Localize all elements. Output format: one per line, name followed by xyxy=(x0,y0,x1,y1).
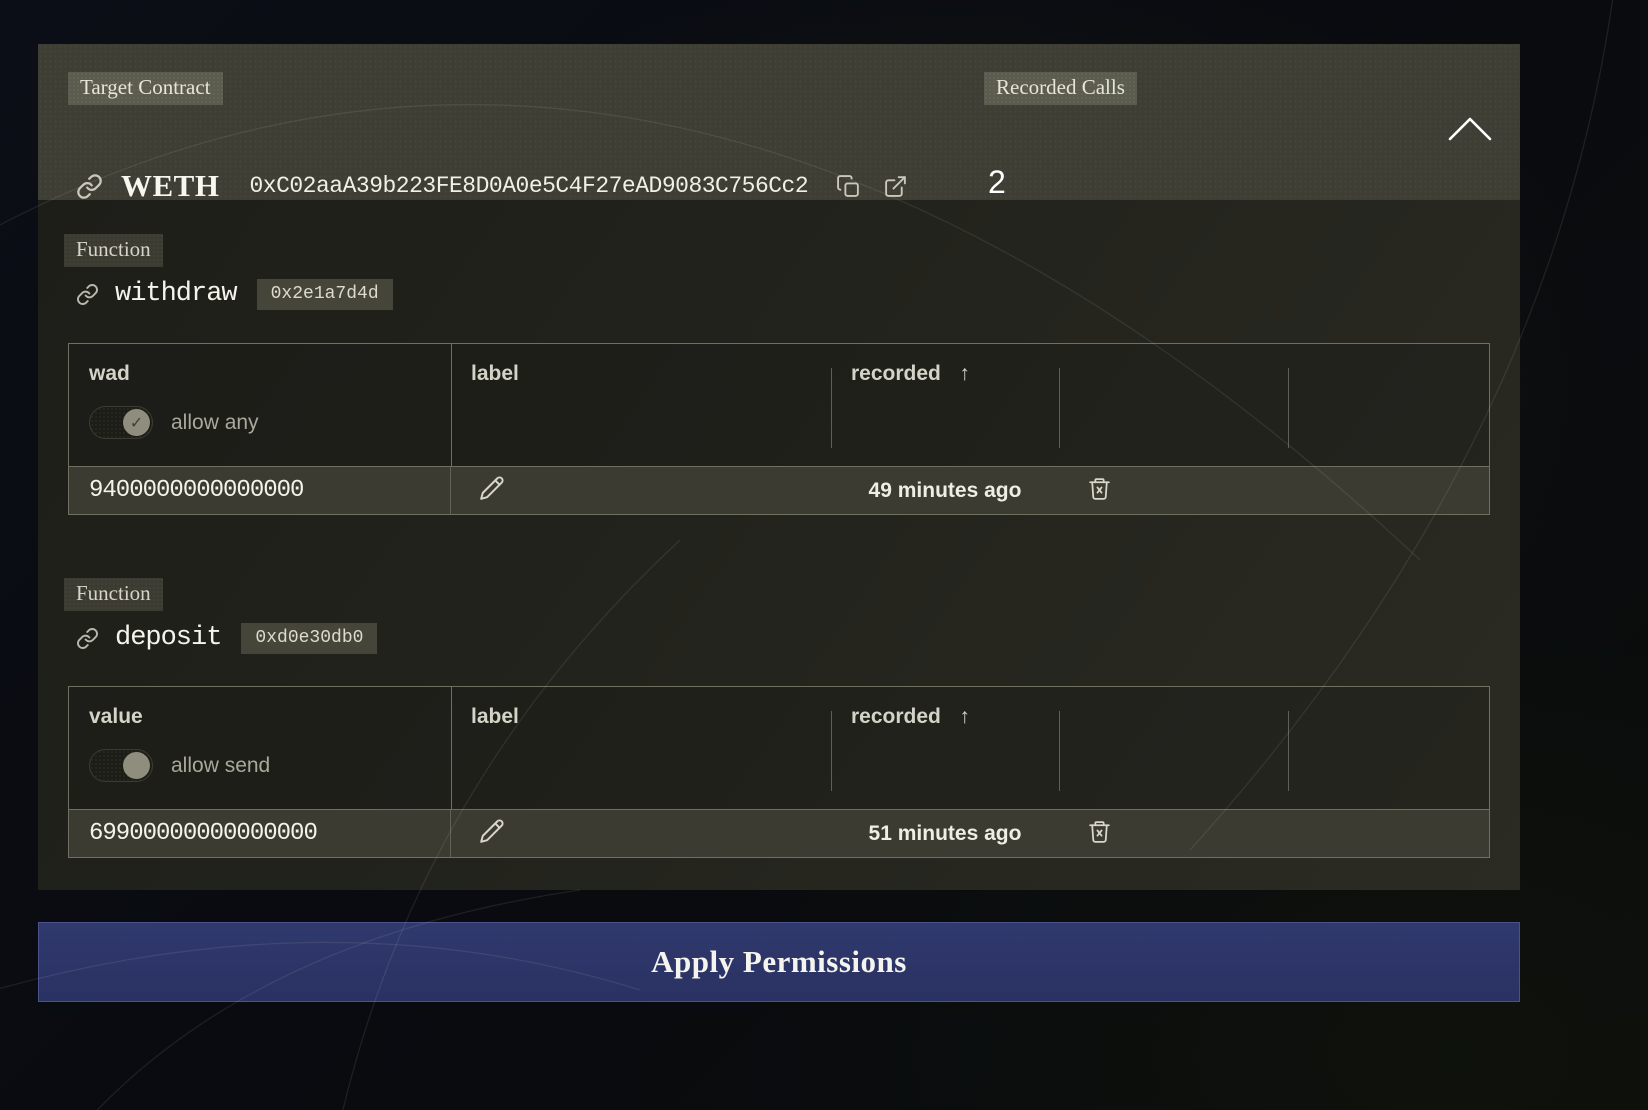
link-icon[interactable] xyxy=(76,173,103,200)
spacer-column-header xyxy=(1288,344,1489,466)
function-withdraw-row: withdraw 0x2e1a7d4d xyxy=(76,274,393,314)
copy-address-button[interactable] xyxy=(836,174,861,199)
open-explorer-button[interactable] xyxy=(883,174,908,199)
function-name: withdraw xyxy=(115,279,237,309)
link-icon[interactable] xyxy=(76,283,99,306)
toggle-label: allow send xyxy=(171,754,270,778)
deposit-permissions-table: value allow send label recorded ↑ xyxy=(68,686,1490,858)
contract-address: 0xC02aaA39b223FE8D0A0e5C4F27eAD9083C756C… xyxy=(249,173,808,199)
trash-icon xyxy=(1087,476,1112,501)
label-header-label: label xyxy=(471,362,519,385)
param-header-label: wad xyxy=(89,362,130,385)
contract-name: WETH xyxy=(121,168,219,204)
edit-label-button[interactable] xyxy=(451,475,831,506)
function-label: Function xyxy=(64,578,163,611)
permissions-screen: Target Contract Recorded Calls WETH 0xC0… xyxy=(0,0,1648,1110)
param-header-label: value xyxy=(89,705,143,728)
recorded-column-header[interactable]: recorded ↑ xyxy=(831,344,1059,466)
toggle-label: allow any xyxy=(171,411,259,435)
function-deposit-row: deposit 0xd0e30db0 xyxy=(76,618,377,658)
allow-any-toggle-wrap: ✓ allow any xyxy=(89,406,259,439)
trash-icon xyxy=(1087,819,1112,844)
recorded-header-label: recorded xyxy=(851,705,941,728)
pencil-icon xyxy=(479,475,505,501)
copy-icon xyxy=(836,174,861,199)
recorded-calls-count: 2 xyxy=(988,164,1006,201)
external-link-icon xyxy=(883,174,908,199)
function-label: Function xyxy=(64,234,163,267)
link-icon[interactable] xyxy=(76,627,99,650)
table-row: 9400000000000000 49 minutes ago xyxy=(69,466,1489,514)
arrow-up-icon: ↑ xyxy=(959,705,970,728)
table-header: value allow send label recorded ↑ xyxy=(69,687,1489,809)
allow-send-toggle[interactable] xyxy=(89,749,153,782)
actions-column-header xyxy=(1059,344,1288,466)
recorded-call-value: 9400000000000000 xyxy=(69,467,451,514)
recorded-calls-label: Recorded Calls xyxy=(984,72,1137,105)
contract-header: Target Contract Recorded Calls WETH 0xC0… xyxy=(38,44,1520,200)
function-selector-badge: 0x2e1a7d4d xyxy=(257,279,393,310)
spacer-column-header xyxy=(1288,687,1489,809)
param-column-header: value allow send xyxy=(69,687,451,809)
param-column-header: wad ✓ allow any xyxy=(69,344,451,466)
table-header: wad ✓ allow any label recorded ↑ xyxy=(69,344,1489,466)
label-column-header: label xyxy=(451,687,831,809)
recorded-column-header[interactable]: recorded ↑ xyxy=(831,687,1059,809)
function-selector-badge: 0xd0e30db0 xyxy=(241,623,377,654)
actions-column-header xyxy=(1059,687,1288,809)
collapse-card-button[interactable] xyxy=(1443,112,1497,149)
recorded-time: 49 minutes ago xyxy=(831,479,1059,503)
recorded-call-value: 69900000000000000 xyxy=(69,810,451,857)
arrow-up-icon: ↑ xyxy=(959,362,970,385)
function-name: deposit xyxy=(115,623,221,653)
allow-any-toggle[interactable]: ✓ xyxy=(89,406,153,439)
apply-permissions-button[interactable]: Apply Permissions xyxy=(38,922,1520,1002)
target-contract-label: Target Contract xyxy=(68,72,223,105)
withdraw-permissions-table: wad ✓ allow any label recorded ↑ xyxy=(68,343,1490,515)
target-contract-card: Target Contract Recorded Calls WETH 0xC0… xyxy=(38,44,1520,890)
recorded-time: 51 minutes ago xyxy=(831,822,1059,846)
allow-send-toggle-wrap: allow send xyxy=(89,749,270,782)
label-header-label: label xyxy=(471,705,519,728)
pencil-icon xyxy=(479,818,505,844)
toggle-knob xyxy=(123,752,150,779)
check-icon: ✓ xyxy=(130,413,143,433)
toggle-knob: ✓ xyxy=(123,409,150,436)
recorded-header-label: recorded xyxy=(851,362,941,385)
table-row: 69900000000000000 51 minutes ago xyxy=(69,809,1489,857)
edit-label-button[interactable] xyxy=(451,818,831,849)
label-column-header: label xyxy=(451,344,831,466)
chevron-up-icon xyxy=(1447,116,1493,142)
delete-call-button[interactable] xyxy=(1059,476,1288,506)
delete-call-button[interactable] xyxy=(1059,819,1288,849)
